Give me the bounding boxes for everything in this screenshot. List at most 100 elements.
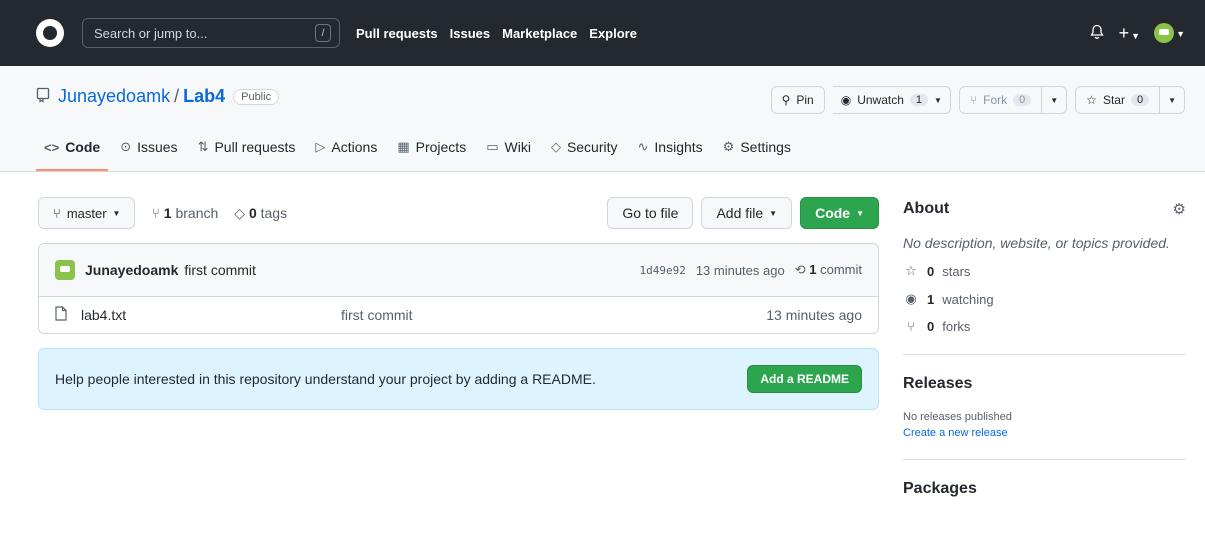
forks-link[interactable]: ⑂ 0 forks xyxy=(903,319,1186,334)
avatar[interactable] xyxy=(55,260,75,280)
tab-insights[interactable]: ∿ Insights xyxy=(630,139,711,171)
about-title: About xyxy=(903,200,950,217)
code-icon: <> xyxy=(44,139,60,155)
stars-link[interactable]: ☆ 0 stars xyxy=(903,263,1186,279)
forks-word: forks xyxy=(942,319,971,334)
commit-sha-link[interactable]: 1d49e92 xyxy=(639,264,685,277)
tab-wiki[interactable]: ▭ Wiki xyxy=(478,139,539,171)
eye-icon: ◉ xyxy=(840,93,852,107)
watch-group: ◉ Unwatch 1 ▼ xyxy=(832,86,951,114)
chevron-down-icon: ▼ xyxy=(856,208,864,218)
tab-label: Settings xyxy=(740,139,791,155)
packages-title[interactable]: Packages xyxy=(903,480,1186,498)
table-icon: ▦ xyxy=(397,139,410,154)
tag-icon: ◇ xyxy=(234,204,246,221)
repo-owner-link[interactable]: Junayedoamk xyxy=(58,86,170,107)
watching-link[interactable]: ◉ 1 watching xyxy=(903,291,1186,307)
fork-button[interactable]: ⑂ Fork 0 xyxy=(958,86,1043,114)
github-logo-icon[interactable] xyxy=(36,19,64,47)
nav-pull-requests[interactable]: Pull requests xyxy=(356,26,438,41)
go-to-file-button[interactable]: Go to file xyxy=(607,197,694,229)
tag-word: tags xyxy=(260,204,288,221)
bell-icon[interactable] xyxy=(1089,24,1105,43)
commits-history-link[interactable]: ⟲ 1 commit xyxy=(795,262,862,278)
file-name-link[interactable]: lab4.txt xyxy=(81,307,341,323)
history-icon: ⟲ xyxy=(794,262,806,277)
tab-projects[interactable]: ▦ Projects xyxy=(389,139,474,171)
code-button[interactable]: Code ▼ xyxy=(800,197,879,229)
create-release-link[interactable]: Create a new release xyxy=(903,427,1186,439)
tab-issues[interactable]: ⊙ Issues xyxy=(112,139,185,171)
divider xyxy=(903,459,1186,460)
nav-marketplace[interactable]: Marketplace xyxy=(502,26,577,41)
plus-icon: + xyxy=(1118,22,1130,43)
star-dropdown-button[interactable]: ▼ xyxy=(1160,86,1185,114)
tab-label: Insights xyxy=(654,139,703,155)
file-list: Junayedoamk first commit 1d49e92 13 minu… xyxy=(38,243,879,334)
branch-name: master xyxy=(66,205,107,221)
gear-icon: ⚙ xyxy=(722,139,735,154)
pin-button[interactable]: ⚲ Pin xyxy=(770,86,825,114)
user-menu-button[interactable]: ▼ xyxy=(1154,23,1185,43)
fork-icon: ⑂ xyxy=(969,93,978,107)
commit-time: 13 minutes ago xyxy=(695,262,785,278)
stars-count: 0 xyxy=(927,263,935,279)
fork-counter: 0 xyxy=(1013,94,1032,106)
tab-pull-requests[interactable]: ⇅ Pull requests xyxy=(190,139,304,171)
search-input[interactable]: Search or jump to... / xyxy=(82,18,340,48)
tab-label: Security xyxy=(566,139,618,155)
star-label: Star xyxy=(1102,93,1125,107)
header-actions: + ▼ ▼ xyxy=(1089,23,1185,44)
file-commit-message-link[interactable]: first commit xyxy=(341,307,413,323)
add-file-button[interactable]: Add file ▼ xyxy=(701,197,793,229)
nav-issues[interactable]: Issues xyxy=(450,26,490,41)
tab-label: Issues xyxy=(137,139,178,155)
releases-title[interactable]: Releases xyxy=(903,375,1186,393)
gear-icon[interactable]: ⚙ xyxy=(1173,200,1186,218)
branch-select-button[interactable]: ⑂ master ▼ xyxy=(38,197,136,229)
branches-link[interactable]: ⑂ 1 branch xyxy=(151,205,218,221)
pull-request-icon: ⇅ xyxy=(197,139,209,154)
star-group: ☆ Star 0 ▼ xyxy=(1075,86,1185,114)
tab-actions[interactable]: ▷ Actions xyxy=(307,139,385,171)
star-button[interactable]: ☆ Star 0 xyxy=(1075,86,1161,114)
add-file-label: Add file xyxy=(716,205,764,221)
chevron-down-icon: ▼ xyxy=(112,208,121,218)
tab-code[interactable]: <> Code xyxy=(36,139,109,171)
add-readme-button[interactable]: Add a README xyxy=(747,365,862,393)
shield-icon: ◇ xyxy=(550,139,561,154)
commit-message-link[interactable]: first commit xyxy=(184,262,256,278)
commit-author-link[interactable]: Junayedoamk xyxy=(85,262,178,278)
star-icon: ☆ xyxy=(905,263,917,278)
branch-icon: ⑂ xyxy=(151,205,160,221)
nav-explore[interactable]: Explore xyxy=(589,26,637,41)
fork-dropdown-button[interactable]: ▼ xyxy=(1042,86,1068,114)
tab-label: Actions xyxy=(331,139,378,155)
tags-link[interactable]: ◇ 0 tags xyxy=(234,205,287,222)
chevron-down-icon: ▼ xyxy=(1176,28,1185,39)
repo-name-link[interactable]: Lab4 xyxy=(183,86,225,107)
sidebar: About ⚙ No description, website, or topi… xyxy=(903,197,1186,498)
tag-count: 0 xyxy=(248,204,257,221)
tab-settings[interactable]: ⚙ Settings xyxy=(715,139,799,171)
tab-security[interactable]: ◇ Security xyxy=(543,139,626,171)
fork-group: ⑂ Fork 0 ▼ xyxy=(958,86,1068,114)
chevron-down-icon: ▼ xyxy=(769,208,778,218)
commit-count: 1 xyxy=(809,262,817,277)
latest-commit: Junayedoamk first commit 1d49e92 13 minu… xyxy=(39,244,878,297)
tab-label: Code xyxy=(65,139,101,155)
commit-word: commit xyxy=(820,262,862,277)
chevron-down-icon: ▼ xyxy=(1168,95,1176,105)
unwatch-button[interactable]: ◉ Unwatch 1 ▼ xyxy=(832,86,951,114)
fork-label: Fork xyxy=(983,93,1008,107)
readme-prompt-text: Help people interested in this repositor… xyxy=(55,371,596,387)
about-description: No description, website, or topics provi… xyxy=(903,235,1170,251)
fork-icon: ⑂ xyxy=(907,319,915,334)
create-new-button[interactable]: + ▼ xyxy=(1119,23,1140,44)
unwatch-label: Unwatch xyxy=(857,93,904,107)
code-button-label: Code xyxy=(815,205,851,221)
tab-label: Pull requests xyxy=(214,139,296,155)
forks-count: 0 xyxy=(927,319,935,334)
tab-label: Projects xyxy=(415,139,467,155)
about-header: About ⚙ xyxy=(903,197,1186,221)
